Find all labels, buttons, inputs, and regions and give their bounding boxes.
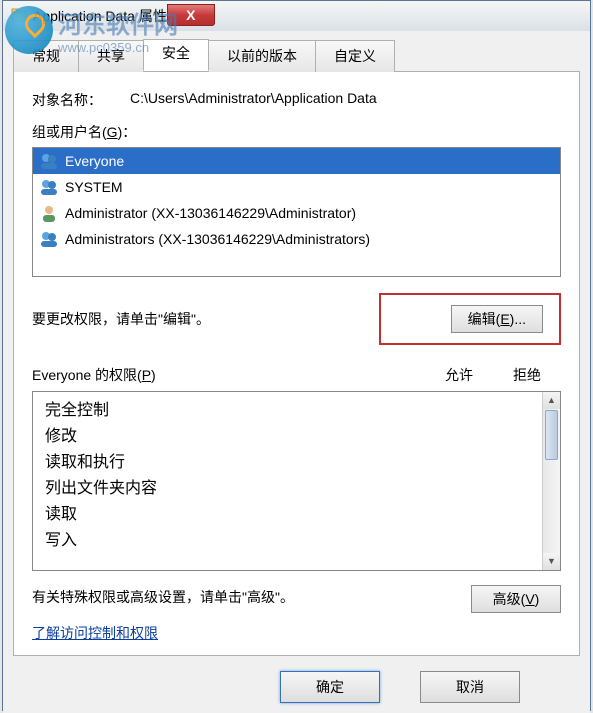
allow-column-header: 允许 [445,365,473,385]
close-icon: X [186,7,195,23]
permissions-for-label: Everyone 的权限(P) [32,365,156,385]
permission-row: 修改 [45,424,548,450]
permissions-listbox[interactable]: 完全控制 修改 读取和执行 列出文件夹内容 读取 写入 ▲ ▼ [32,391,561,571]
dialog-footer: 确定 取消 [13,656,580,703]
watermark-url: www.pc0359.cn [58,40,178,55]
list-item-label: Administrators (XX-13036146229\Administr… [65,231,370,247]
object-path: C:\Users\Administrator\Application Data [130,90,377,106]
watermark-logo-icon [5,6,53,54]
scroll-down-icon[interactable]: ▼ [543,553,560,570]
tab-content-security: 对象名称： C:\Users\Administrator\Application… [13,72,580,656]
scrollbar[interactable]: ▲ ▼ [542,392,560,570]
group-icon [39,229,59,249]
group-icon [39,177,59,197]
object-name-label: 对象名称： [32,90,102,110]
list-item-administrators[interactable]: Administrators (XX-13036146229\Administr… [33,226,560,252]
list-item-everyone[interactable]: Everyone [33,148,560,174]
advanced-hint-text: 有关特殊权限或高级设置，请单击"高级"。 [32,585,294,610]
edit-hint-text: 要更改权限，请单击"编辑"。 [32,309,210,329]
group-icon [39,151,59,171]
list-item-system[interactable]: SYSTEM [33,174,560,200]
scroll-up-icon[interactable]: ▲ [543,392,560,409]
watermark-title: 河东软件网 [58,5,178,40]
advanced-button[interactable]: 高级(V) [471,585,561,613]
list-item-label: SYSTEM [65,179,123,195]
edit-highlight: 编辑(E)... [379,293,561,345]
cancel-button[interactable]: 取消 [420,671,520,703]
groups-listbox[interactable]: Everyone SYSTEM Administrator (XX-130361… [32,147,561,277]
properties-dialog: Application Data 属性 X 常规 共享 安全 以前的版本 自定义… [2,0,591,711]
scrollbar-thumb[interactable] [545,410,558,460]
permission-row: 读取和执行 [45,450,548,476]
tab-customize[interactable]: 自定义 [315,40,395,72]
watermark: 河东软件网 www.pc0359.cn [5,5,178,55]
tab-previous-versions[interactable]: 以前的版本 [208,40,316,72]
edit-button[interactable]: 编辑(E)... [451,305,543,333]
list-item-label: Everyone [65,153,124,169]
permission-row: 读取 [45,502,548,528]
list-item-administrator[interactable]: Administrator (XX-13036146229\Administra… [33,200,560,226]
permission-row: 完全控制 [45,398,548,424]
permission-row: 写入 [45,528,548,554]
groups-label: 组或用户名(G)： [32,124,136,140]
learn-more-link[interactable]: 了解访问控制和权限 [32,625,158,641]
list-item-label: Administrator (XX-13036146229\Administra… [65,205,356,221]
deny-column-header: 拒绝 [513,365,541,385]
user-icon [39,203,59,223]
permission-row: 列出文件夹内容 [45,476,548,502]
ok-button[interactable]: 确定 [280,671,380,703]
